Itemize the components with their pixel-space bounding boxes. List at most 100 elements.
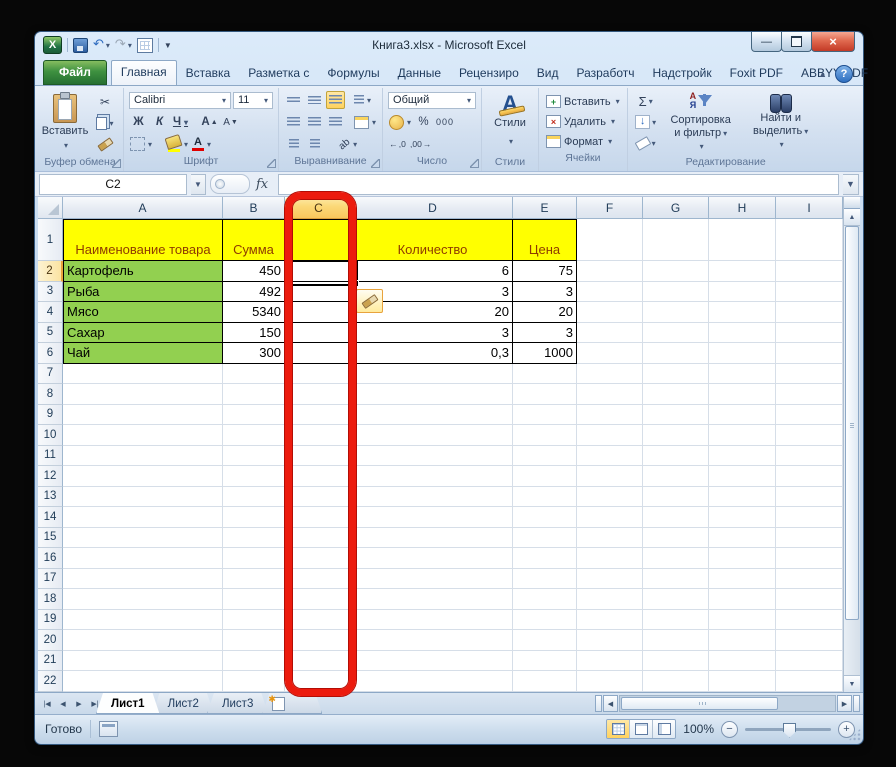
align-top-button[interactable] (284, 91, 303, 109)
cell-E1[interactable]: Цена (513, 219, 577, 261)
ribbon-tab-foxit-pdf[interactable]: Foxit PDF (721, 62, 792, 85)
column-header-A[interactable]: A (63, 197, 223, 219)
cell-C15[interactable] (285, 527, 353, 548)
zoom-slider[interactable] (745, 722, 831, 738)
cell-D18[interactable] (353, 589, 513, 610)
cell-E11[interactable] (513, 445, 577, 466)
cell-B8[interactable] (223, 384, 285, 405)
cell-H4[interactable] (709, 302, 776, 323)
align-right-button[interactable] (326, 113, 345, 131)
fx-icon[interactable]: fx (256, 177, 268, 192)
cell-H7[interactable] (709, 363, 776, 384)
row-header-11[interactable]: 11 (38, 445, 63, 466)
cell-I21[interactable] (776, 650, 843, 671)
cell-E9[interactable] (513, 404, 577, 425)
ribbon-tab-надстройк[interactable]: Надстройк (644, 62, 721, 85)
zoom-slider-handle[interactable] (783, 722, 796, 738)
cell-A11[interactable] (63, 445, 223, 466)
cell-G19[interactable] (643, 609, 709, 630)
dialog-launcher-font[interactable] (267, 159, 276, 168)
cell-F4[interactable] (577, 302, 643, 323)
cell-B14[interactable] (223, 507, 285, 528)
column-header-E[interactable]: E (513, 197, 577, 219)
cell-E19[interactable] (513, 609, 577, 630)
row-header-22[interactable]: 22 (38, 671, 63, 692)
borders-button[interactable] (129, 135, 153, 153)
cell-D20[interactable] (353, 630, 513, 651)
scroll-up-icon[interactable]: ▲ (844, 209, 860, 226)
cell-E22[interactable] (513, 671, 577, 692)
prev-sheet-icon[interactable]: ◀ (55, 693, 71, 714)
row-header-10[interactable]: 10 (38, 425, 63, 446)
row-header-19[interactable]: 19 (38, 609, 63, 630)
align-left-button[interactable] (284, 113, 303, 131)
cell-F17[interactable] (577, 568, 643, 589)
font-name-combo[interactable]: Calibri (129, 91, 231, 109)
dialog-launcher-alignment[interactable] (371, 159, 381, 168)
cell-B3[interactable]: 492 (223, 281, 285, 302)
cell-E8[interactable] (513, 384, 577, 405)
zoom-out-button[interactable]: − (721, 720, 738, 738)
font-size-combo[interactable]: 11 (233, 91, 273, 109)
ribbon-tab-вставка[interactable]: Вставка (177, 62, 240, 85)
cell-styles-button[interactable]: А Стили (487, 90, 533, 152)
cell-F1[interactable] (577, 219, 643, 261)
cell-H6[interactable] (709, 343, 776, 364)
row-header-3[interactable]: 3 (38, 281, 63, 302)
cell-C6[interactable] (285, 343, 353, 364)
cell-I11[interactable] (776, 445, 843, 466)
cell-A8[interactable] (63, 384, 223, 405)
cell-C1[interactable] (285, 219, 353, 261)
cell-F5[interactable] (577, 322, 643, 343)
cell-A13[interactable] (63, 486, 223, 507)
ribbon-tab-рецензиро[interactable]: Рецензиро (450, 62, 528, 85)
cell-G22[interactable] (643, 671, 709, 692)
cell-C19[interactable] (285, 609, 353, 630)
cell-C22[interactable] (285, 671, 353, 692)
cell-F14[interactable] (577, 507, 643, 528)
cell-F2[interactable] (577, 261, 643, 282)
sort-filter-button[interactable]: АЯ Сортировка и фильтр (663, 90, 739, 153)
cell-C20[interactable] (285, 630, 353, 651)
cell-B16[interactable] (223, 548, 285, 569)
bold-button[interactable]: Ж (129, 113, 148, 131)
row-header-13[interactable]: 13 (38, 486, 63, 507)
cell-C12[interactable] (285, 466, 353, 487)
zoom-level[interactable]: 100% (683, 722, 714, 736)
cell-H17[interactable] (709, 568, 776, 589)
orientation-button[interactable]: ab (337, 135, 358, 153)
dialog-launcher-clipboard[interactable] (112, 159, 121, 168)
row-header-1[interactable]: 1 (38, 219, 63, 261)
expand-formula-bar-icon[interactable]: ▼ (843, 173, 859, 195)
shrink-font-button[interactable]: А ▼ (221, 113, 240, 131)
cell-G2[interactable] (643, 261, 709, 282)
insert-worksheet-button[interactable]: ✱ (262, 693, 322, 714)
cell-B4[interactable]: 5340 (223, 302, 285, 323)
name-box-dropdown-icon[interactable]: ▼ (191, 173, 206, 195)
cell-I4[interactable] (776, 302, 843, 323)
cell-D11[interactable] (353, 445, 513, 466)
cell-D1[interactable]: Количество (353, 219, 513, 261)
cell-G8[interactable] (643, 384, 709, 405)
row-header-17[interactable]: 17 (38, 568, 63, 589)
cell-H11[interactable] (709, 445, 776, 466)
first-sheet-icon[interactable]: |◀ (39, 693, 55, 714)
percent-format-button[interactable]: % (414, 113, 433, 131)
cell-G4[interactable] (643, 302, 709, 323)
cell-I18[interactable] (776, 589, 843, 610)
cell-B6[interactable]: 300 (223, 343, 285, 364)
formula-input[interactable] (278, 173, 839, 195)
paste-button[interactable]: Вставить (42, 90, 88, 154)
autosum-button[interactable]: Σ (633, 91, 659, 111)
cell-I8[interactable] (776, 384, 843, 405)
cell-I22[interactable] (776, 671, 843, 692)
grow-font-button[interactable]: А ▲ (200, 113, 219, 131)
cell-B12[interactable] (223, 466, 285, 487)
cell-C13[interactable] (285, 486, 353, 507)
zoom-in-button[interactable]: + (838, 720, 855, 738)
cell-G20[interactable] (643, 630, 709, 651)
cell-G10[interactable] (643, 425, 709, 446)
cell-A19[interactable] (63, 609, 223, 630)
cell-I19[interactable] (776, 609, 843, 630)
cell-B20[interactable] (223, 630, 285, 651)
